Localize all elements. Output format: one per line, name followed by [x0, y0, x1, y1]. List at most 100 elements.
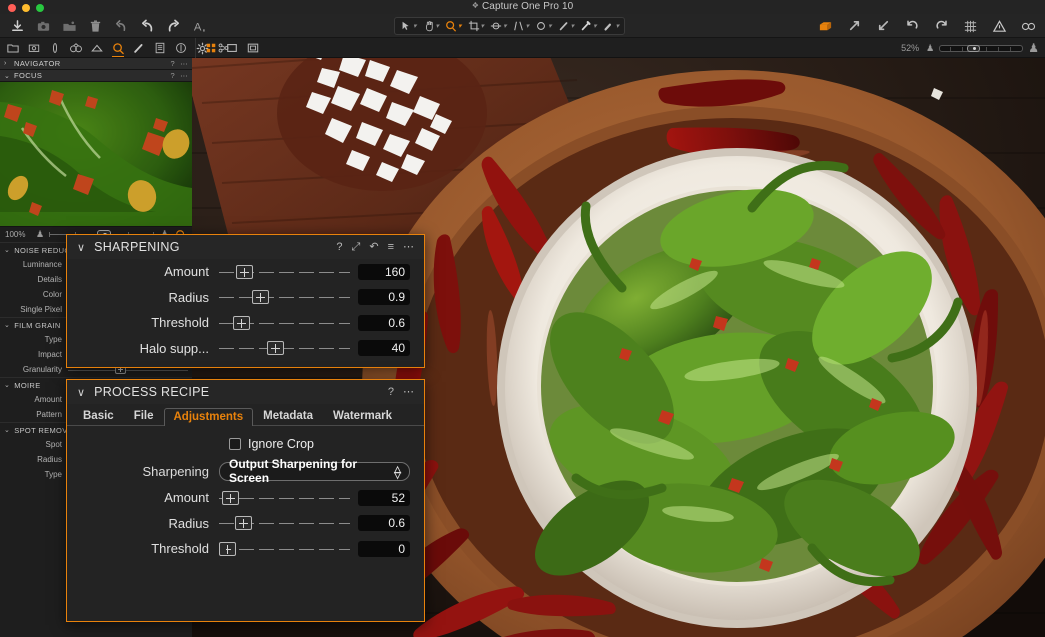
detail-view[interactable]	[245, 40, 261, 57]
zoom-tool[interactable]: ▾	[442, 19, 465, 33]
sharpening-param-value[interactable]: 0.6	[358, 314, 410, 331]
chevron-down-icon[interactable]: ∨	[77, 241, 85, 254]
erase-mask-tool[interactable]: ▾	[577, 19, 600, 33]
thumbnail-size-slider[interactable]	[939, 44, 1024, 52]
color-tool[interactable]	[68, 40, 84, 57]
list-menu-icon[interactable]: ≡	[388, 241, 394, 253]
title-bar: ❖ Capture One Pro 10	[0, 0, 1045, 14]
param-label: Luminance	[22, 260, 62, 269]
reset-icon[interactable]: ↶	[369, 241, 378, 253]
recipe-param-slider[interactable]	[219, 490, 350, 506]
sharpening-param-slider[interactable]	[219, 289, 350, 305]
sharpening-param-value[interactable]: 40	[358, 340, 410, 357]
sharpening-param-value[interactable]: 0.9	[358, 289, 410, 306]
sharpening-preset-select[interactable]: Output Sharpening for Screen △ ▽	[219, 457, 410, 485]
sharpening-param-slider[interactable]	[219, 315, 350, 331]
window-title-text: Capture One Pro 10	[481, 1, 574, 12]
sharpening-param-row: Amount 160	[67, 259, 424, 285]
process-recipe-panel-header[interactable]: ∨ PROCESS RECIPE ? ⋯	[67, 380, 424, 404]
more-options-icon[interactable]: ⋯	[180, 59, 188, 68]
recipe-param-slider[interactable]	[219, 541, 350, 557]
grid-overlay-icon[interactable]	[961, 17, 979, 35]
rotate-left-icon[interactable]	[903, 17, 921, 35]
sharpening-panel[interactable]: ∨ SHARPENING ? ⤢ ↶ ≡ ⋯ Amount 160 Radius 0.…	[66, 234, 425, 368]
zoom-out-icon[interactable]: ♟	[36, 229, 44, 240]
more-options-icon[interactable]: ⋯	[403, 241, 414, 253]
pan-tool[interactable]: ▾	[420, 19, 443, 33]
expand-icon[interactable]: ⤢	[352, 241, 361, 253]
tab-watermark[interactable]: Watermark	[323, 407, 402, 425]
import-arrow-icon[interactable]	[874, 17, 892, 35]
trash-icon[interactable]	[86, 17, 104, 35]
sharpening-param-slider[interactable]	[219, 264, 350, 280]
exposure-tool[interactable]	[89, 40, 105, 57]
process-recipe-panel[interactable]: ∨ PROCESS RECIPE ? ⋯ Basic File Adjustment…	[66, 379, 425, 622]
spot-removal-tool[interactable]: ▾	[532, 19, 555, 33]
more-options-icon[interactable]: ⋯	[403, 386, 414, 398]
metadata-tool[interactable]	[152, 40, 168, 57]
export-icon[interactable]	[845, 17, 863, 35]
album-icon[interactable]	[60, 17, 78, 35]
sharpening-param-row: Halo supp... 40	[67, 336, 424, 362]
undo-icon[interactable]	[138, 17, 156, 35]
help-icon[interactable]: ?	[171, 71, 176, 80]
gradient-mask-tool[interactable]: ▾	[600, 19, 623, 33]
ignore-crop-checkbox[interactable]	[229, 438, 241, 450]
panel-focus-header[interactable]: ⌄ FOCUS ? ⋯	[0, 70, 192, 82]
crop-tool[interactable]: ▾	[465, 19, 488, 33]
chevron-down-icon[interactable]: ∨	[77, 386, 85, 399]
warning-icon[interactable]	[990, 17, 1008, 35]
help-icon[interactable]: ?	[171, 59, 176, 68]
lens-tool[interactable]	[47, 40, 63, 57]
library-tool[interactable]	[5, 40, 21, 57]
recipe-param-value[interactable]: 0	[358, 540, 410, 557]
output-tool[interactable]	[173, 40, 189, 57]
focus-preview[interactable]	[0, 82, 192, 226]
tab-metadata[interactable]: Metadata	[253, 407, 323, 425]
main-toolbar: A ▾ ▾ ▾ ▾ ▾ ▾ ▾ ▾ ▾ ▾	[0, 14, 1045, 38]
pointer-tool[interactable]: ▾	[397, 19, 420, 33]
sharpening-param-value[interactable]: 160	[358, 263, 410, 280]
section-label: MOIRE	[14, 380, 41, 390]
chevron-down-icon: ⌄	[4, 427, 11, 434]
adjustments-tool[interactable]	[131, 40, 147, 57]
help-icon[interactable]: ?	[388, 386, 394, 398]
help-icon[interactable]: ?	[336, 241, 342, 253]
recipe-param-label: Threshold	[151, 541, 209, 557]
sharpening-param-slider[interactable]	[219, 340, 350, 356]
param-label: Granularity	[22, 365, 62, 374]
recipe-param-value[interactable]: 0.6	[358, 515, 410, 532]
capture-icon[interactable]	[34, 17, 52, 35]
grid-view[interactable]	[203, 40, 219, 57]
rotate-right-icon[interactable]	[932, 17, 950, 35]
tab-basic[interactable]: Basic	[73, 407, 124, 425]
main-toolbar-left-group: A	[8, 14, 208, 38]
single-view[interactable]	[224, 40, 240, 57]
process-icon[interactable]	[816, 17, 834, 35]
details-tool[interactable]	[110, 40, 126, 57]
redo-icon[interactable]	[164, 17, 182, 35]
tab-adjustments[interactable]: Adjustments	[163, 408, 254, 426]
thumb-small-icon[interactable]: ♟	[926, 43, 934, 54]
text-tool-icon[interactable]: A	[190, 17, 208, 35]
panel-navigator-header[interactable]: › NAVIGATOR ? ⋯	[0, 58, 192, 70]
keystone-tool[interactable]: ▾	[510, 19, 533, 33]
ignore-crop-row[interactable]: Ignore Crop	[67, 431, 424, 457]
process-recipe-tabs: Basic File Adjustments Metadata Watermark	[67, 404, 424, 426]
proof-icon[interactable]	[1019, 17, 1037, 35]
thumb-large-icon[interactable]: ♟	[1028, 41, 1039, 55]
sharpening-preset-label: Sharpening	[142, 463, 210, 479]
recipe-param-slider[interactable]	[219, 515, 350, 531]
window-title: ❖ Capture One Pro 10	[0, 1, 1045, 12]
draw-mask-tool[interactable]: ▾	[555, 19, 578, 33]
undo-arrow-icon[interactable]	[112, 17, 130, 35]
tab-file[interactable]: File	[124, 407, 164, 425]
sharpening-panel-header[interactable]: ∨ SHARPENING ? ⤢ ↶ ≡ ⋯	[67, 235, 424, 259]
capture-tool[interactable]	[26, 40, 42, 57]
recipe-param-value[interactable]: 52	[358, 489, 410, 506]
more-options-icon[interactable]: ⋯	[180, 71, 188, 80]
import-icon[interactable]	[8, 17, 26, 35]
rotate-tool[interactable]: ▾	[487, 19, 510, 33]
view-mode-group	[195, 38, 261, 58]
sharpening-param-row: Threshold 0.6	[67, 310, 424, 336]
